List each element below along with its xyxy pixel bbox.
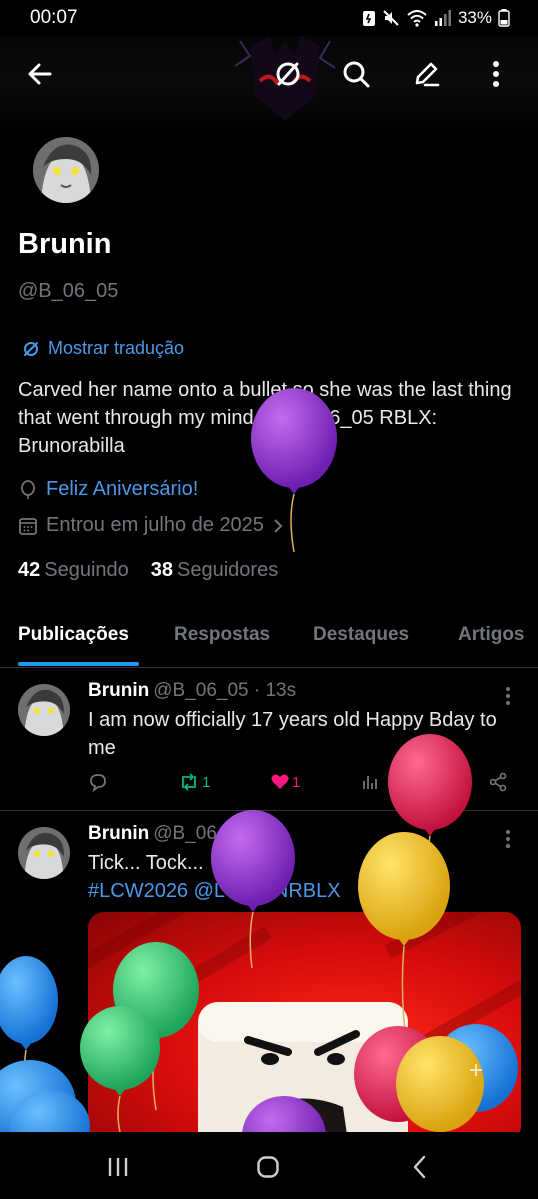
edit-button[interactable] xyxy=(406,54,446,94)
home-icon xyxy=(257,1156,279,1178)
avatar-image xyxy=(18,684,70,736)
translate-icon xyxy=(276,62,300,86)
tab-highlights[interactable]: Destaques xyxy=(313,624,409,646)
profile-tabs: Publicações Respostas Destaques Artigos xyxy=(0,608,538,668)
post-author-name[interactable]: Brunin xyxy=(88,680,149,701)
following-count: 42 xyxy=(18,559,41,581)
post-more-button[interactable] xyxy=(498,827,518,851)
following-label: Seguindo xyxy=(44,559,129,581)
balloon-purple xyxy=(242,1096,326,1132)
edit-icon xyxy=(415,62,440,87)
balloon-yellow xyxy=(358,832,450,1041)
status-bar: 00:07 33% xyxy=(0,0,538,36)
balloon-cluster xyxy=(354,1024,518,1132)
views-button[interactable] xyxy=(360,772,380,792)
follow-stats: 42 Seguindo 38 Seguidores xyxy=(18,559,278,582)
wifi-icon xyxy=(407,10,427,27)
avatar-image xyxy=(18,827,70,879)
back-arrow-icon xyxy=(28,63,52,85)
back-nav-button[interactable] xyxy=(400,1152,440,1182)
post-avatar[interactable] xyxy=(18,827,70,879)
post-meta: @B_06_05 · 13s xyxy=(153,680,297,701)
home-button[interactable] xyxy=(248,1152,288,1182)
back-chevron-icon xyxy=(413,1155,426,1179)
profile-avatar[interactable] xyxy=(30,134,102,206)
top-bar xyxy=(0,52,538,98)
like-button[interactable]: 1 xyxy=(270,772,300,792)
tab-replies[interactable]: Respostas xyxy=(174,624,270,646)
share-icon xyxy=(489,772,507,792)
post-more-button[interactable] xyxy=(498,684,518,708)
balloon-blue xyxy=(0,1060,90,1132)
active-tab-indicator xyxy=(18,662,139,666)
joined-row: Entrou em julho de 2025 xyxy=(18,514,284,537)
retweet-icon xyxy=(182,773,196,791)
calendar-icon xyxy=(19,517,37,535)
reply-button[interactable] xyxy=(88,772,108,792)
birthday-row[interactable]: Feliz Aniversário! xyxy=(18,478,198,501)
balloon-green xyxy=(80,1006,160,1132)
status-time: 00:07 xyxy=(30,7,78,28)
tab-posts[interactable]: Publicações xyxy=(18,624,129,646)
battery-icon xyxy=(498,9,510,27)
translate-icon xyxy=(24,341,38,356)
mute-icon xyxy=(383,10,399,26)
balloon-icon xyxy=(21,479,35,499)
share-button[interactable] xyxy=(488,772,508,792)
profile-name: Brunin xyxy=(18,228,112,260)
like-count: 1 xyxy=(292,773,301,791)
back-button[interactable] xyxy=(20,54,60,94)
signal-icon xyxy=(434,10,451,26)
profile-handle: @B_06_05 xyxy=(18,280,119,302)
joined-text: Entrou em julho de 2025 xyxy=(46,514,264,536)
followers-label: Seguidores xyxy=(177,559,279,581)
balloon-purple xyxy=(251,388,337,553)
balloon-purple xyxy=(211,810,295,969)
battery-saver-icon xyxy=(362,11,375,26)
heart-icon xyxy=(271,774,289,789)
show-translation-label: Mostrar tradução xyxy=(48,338,185,358)
followers-link[interactable]: 38 Seguidores xyxy=(151,559,278,582)
battery-percent: 33% xyxy=(457,8,492,27)
show-translation-link[interactable]: Mostrar tradução xyxy=(22,338,184,359)
avatar-image xyxy=(33,137,99,203)
more-vertical-icon xyxy=(493,61,499,87)
analytics-icon xyxy=(363,776,377,789)
recent-apps-icon xyxy=(108,1158,128,1176)
more-options-button[interactable] xyxy=(476,54,516,94)
post-author-name[interactable]: Brunin xyxy=(88,823,149,844)
tab-articles[interactable]: Artigos xyxy=(458,624,525,646)
recent-apps-button[interactable] xyxy=(98,1152,138,1182)
reply-icon xyxy=(90,774,106,792)
android-nav-bar xyxy=(0,1132,538,1199)
status-icons: 33% xyxy=(362,8,510,28)
search-icon xyxy=(343,61,370,88)
translate-button[interactable] xyxy=(268,54,308,94)
retweet-button[interactable]: 1 xyxy=(178,772,210,792)
post-avatar[interactable] xyxy=(18,684,70,736)
retweet-count: 1 xyxy=(202,773,211,791)
following-link[interactable]: 42 Seguindo xyxy=(18,559,129,582)
search-button[interactable] xyxy=(336,54,376,94)
post-header: Brunin @B_06_05 · 13s xyxy=(88,680,296,702)
followers-count: 38 xyxy=(150,559,174,581)
birthday-text: Feliz Aniversário! xyxy=(46,478,199,500)
